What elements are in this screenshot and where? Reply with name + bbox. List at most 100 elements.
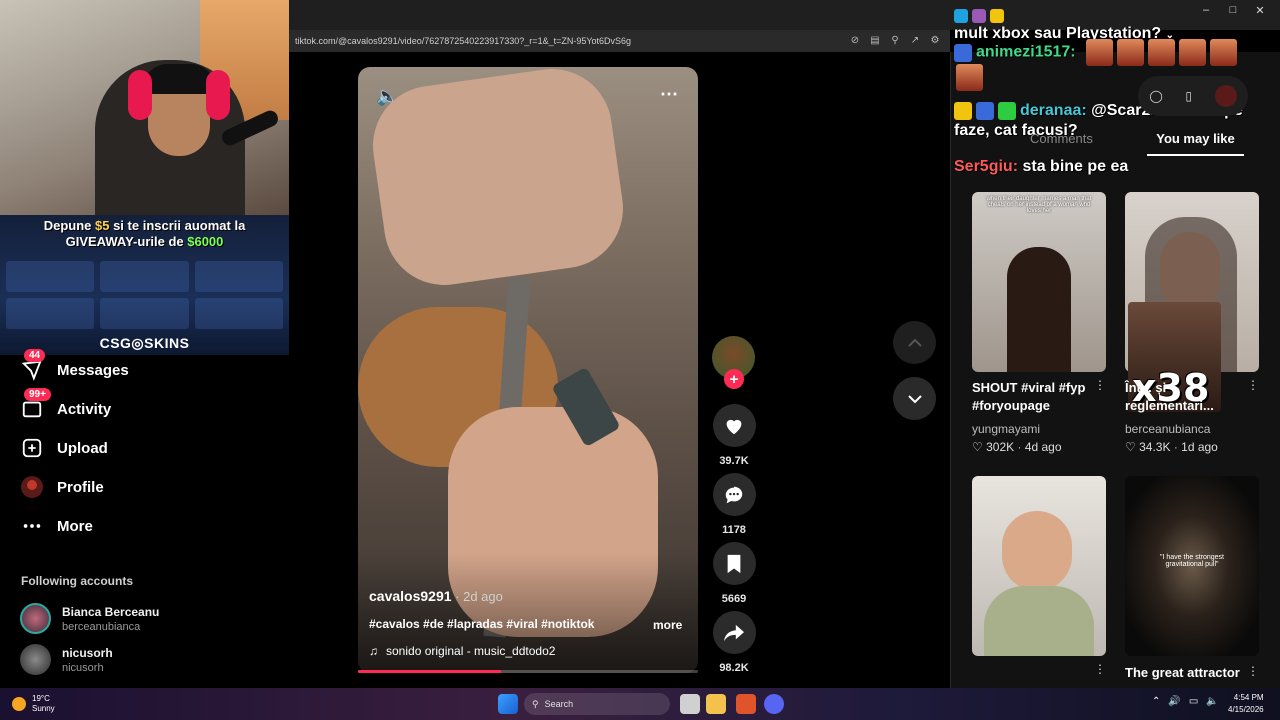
card-more-icon[interactable]: ⋮ — [1247, 664, 1259, 678]
share-icon[interactable]: ↗ — [908, 33, 922, 47]
previous-video-button[interactable] — [893, 321, 936, 364]
system-tray[interactable]: ⌃ 🔊 ▭ 🔈 — [1152, 696, 1219, 707]
video-progress-bar[interactable] — [358, 670, 698, 673]
taskbar-search[interactable]: ⚲ Search — [524, 693, 670, 715]
tab-you-may-like[interactable]: You may like — [1147, 131, 1244, 146]
following-account[interactable]: Bianca Berceanu berceanubianca — [20, 603, 159, 634]
following-account[interactable]: nicusorh nicusorh — [20, 644, 113, 675]
sidebar-item-more[interactable]: More — [20, 512, 93, 540]
volume-icon[interactable]: 🔈 — [1206, 696, 1218, 707]
card-title[interactable]: The great attractor — [1125, 664, 1255, 682]
plus-square-icon — [20, 436, 44, 460]
video-music[interactable]: ♫ sonido original - music_ddtodo2 — [369, 644, 555, 658]
music-note-icon: ♫ — [369, 644, 378, 658]
account-name: nicusorh — [62, 645, 113, 660]
avatar — [20, 603, 51, 634]
zoom-icon[interactable]: ⚲ — [888, 33, 902, 47]
video-caption[interactable]: #cavalos #de #lapradas #viral #notiktok — [369, 617, 594, 631]
close-icon[interactable]: ✕ — [1250, 4, 1270, 17]
pip-icon[interactable]: ▤ — [868, 33, 882, 47]
following-accounts-title: Following accounts — [21, 574, 134, 588]
tab-comments[interactable]: Comments — [1030, 131, 1093, 146]
robot-badge-icon — [976, 101, 994, 120]
streamer-beanie — [142, 64, 216, 94]
save-button[interactable]: 5669 — [712, 542, 756, 605]
sidebar-item-profile[interactable]: Profile — [20, 473, 104, 501]
card-author[interactable]: berceanubianca — [1125, 422, 1210, 436]
file-explorer-icon[interactable] — [706, 694, 726, 714]
video-card-thumbnail[interactable]: when their daughter marries a man that c… — [972, 192, 1106, 372]
card-author[interactable]: yungmayami — [972, 422, 1040, 436]
card-more-icon[interactable]: ⋮ — [1094, 662, 1106, 676]
weather-condition: Sunny — [32, 704, 55, 713]
emote-icon — [1210, 39, 1238, 66]
share-count: 98.2K — [719, 662, 749, 674]
comment-button[interactable]: 1178 — [712, 473, 756, 536]
emote-icon — [1179, 39, 1207, 66]
account-handle: berceanubianca — [62, 620, 141, 633]
share-button[interactable]: 98.2K — [712, 611, 756, 674]
promo-grid — [0, 255, 289, 335]
monitor-icon[interactable]: ▭ — [1189, 696, 1198, 707]
like-button[interactable]: 39.7K — [712, 404, 756, 467]
no-track-icon[interactable]: ⊘ — [848, 33, 862, 47]
discord-icon[interactable] — [764, 694, 784, 714]
volume-icon[interactable]: 🔈 — [376, 86, 398, 107]
thumb-overlay-text: when their daughter marries a man that c… — [986, 196, 1092, 214]
promo-banner: Depune $5 si te inscrii auomat la GIVEAW… — [0, 215, 289, 355]
chat-message: animezi1517: — [954, 39, 1241, 66]
brave-browser-icon[interactable] — [736, 694, 756, 714]
emote-icon — [1117, 39, 1145, 66]
music-title: sonido original - music_ddtodo2 — [386, 644, 556, 658]
address-bar[interactable]: tiktok.com/@cavalos9291/video/7627872540… — [289, 30, 950, 52]
extensions-icon[interactable]: ⚙ — [928, 33, 942, 47]
card-more-icon[interactable]: ⋮ — [1247, 378, 1259, 392]
search-icon: ⚲ — [532, 698, 539, 709]
maximize-icon[interactable]: □ — [1223, 4, 1243, 16]
save-count: 5669 — [721, 593, 747, 605]
messages-badge: 44 — [24, 349, 46, 362]
search-label: Search — [544, 699, 574, 709]
video-author[interactable]: cavalos9291 · 2d ago — [369, 588, 503, 604]
like-count: 39.7K — [719, 455, 749, 467]
sun-icon — [12, 697, 26, 711]
comment-bubble-icon — [712, 473, 756, 516]
chevron-down-icon — [907, 394, 922, 403]
avatar-icon — [20, 475, 44, 499]
more-options-icon[interactable]: ⋯ — [660, 84, 678, 105]
windows-start-icon[interactable] — [498, 694, 518, 714]
promo-line2: GIVEAWAY-urile de $6000 — [65, 234, 224, 249]
paper-plane-icon: 44 — [20, 349, 46, 382]
card-more-icon[interactable]: ⋮ — [1094, 378, 1106, 392]
video-card-thumbnail[interactable] — [972, 476, 1106, 656]
follow-plus-button[interactable]: + — [724, 369, 744, 389]
sidebar-item-activity[interactable]: 99+ Activity — [20, 388, 112, 423]
url-text[interactable]: tiktok.com/@cavalos9291/video/7627872540… — [289, 36, 631, 46]
sidebar-item-upload[interactable]: Upload — [20, 434, 108, 462]
card-title[interactable]: Înt... și reglementari... — [1125, 379, 1255, 415]
chat-badge-icon — [990, 8, 1004, 23]
weather-widget[interactable]: 19°C Sunny — [12, 694, 55, 714]
speaker-icon[interactable]: 🔊 — [1168, 696, 1180, 707]
sidebar-item-label: Profile — [57, 478, 104, 496]
task-view-icon[interactable] — [680, 694, 700, 714]
clock-date: 4/15/2026 — [1228, 705, 1264, 714]
more-dots-icon — [20, 514, 44, 538]
chat-badge-icon — [954, 8, 968, 23]
phone-icon[interactable]: ▯ — [1185, 89, 1192, 103]
video-player[interactable] — [358, 67, 698, 673]
user-avatar[interactable] — [1214, 85, 1237, 107]
chevron-up-icon[interactable]: ⌃ — [1152, 696, 1160, 707]
compass-icon[interactable]: ◯ — [1149, 89, 1162, 103]
sidebar-item-messages[interactable]: 44 Messages — [20, 349, 129, 384]
sidebar-item-label: Activity — [57, 400, 112, 418]
card-meta: ♡ 302K · 4d ago — [972, 440, 1062, 454]
emote-icon — [1148, 39, 1176, 66]
caption-more-link[interactable]: more — [653, 618, 682, 632]
taskbar-clock[interactable]: 4:54 PM 4/15/2026 — [1228, 692, 1264, 716]
card-title[interactable]: SHOUT #viral #fyp #foryoupage — [972, 379, 1102, 415]
next-video-button[interactable] — [893, 377, 936, 420]
minimize-icon[interactable]: – — [1196, 4, 1216, 16]
bookmark-icon — [712, 542, 756, 585]
video-card-thumbnail[interactable]: "I have the strongest gravitational pull… — [1125, 476, 1259, 656]
